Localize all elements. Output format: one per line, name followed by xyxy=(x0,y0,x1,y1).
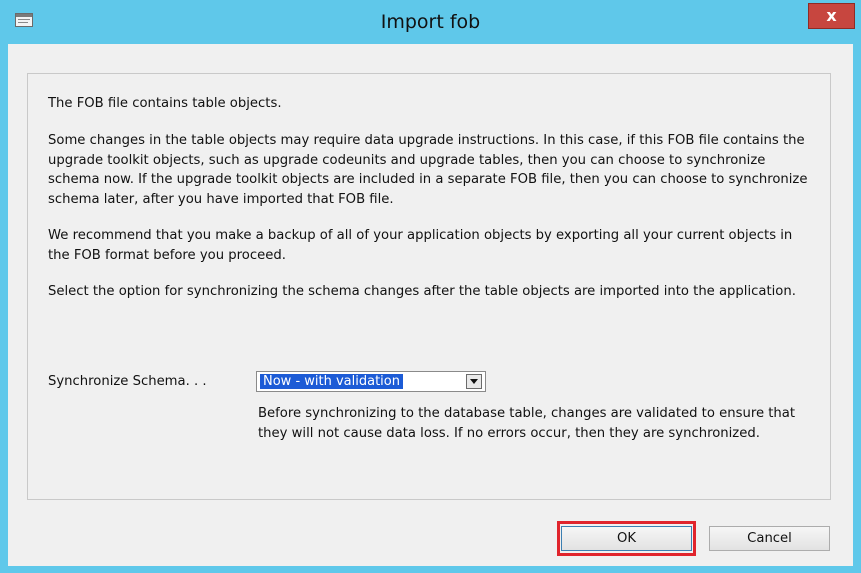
info-text-1: The FOB file contains table objects. xyxy=(48,96,282,111)
chevron-down-icon[interactable] xyxy=(466,374,482,389)
dropdown-selected-value[interactable]: Now - with validation xyxy=(259,373,404,390)
import-fob-dialog: Import fob x The FOB file contains table… xyxy=(0,0,861,573)
info-text-3: We recommend that you make a backup of a… xyxy=(48,228,793,263)
title-bar[interactable]: Import fob x xyxy=(0,0,861,44)
ok-highlight-box xyxy=(557,521,696,556)
close-button[interactable]: x xyxy=(808,3,855,29)
cancel-button[interactable]: Cancel xyxy=(709,526,830,551)
dialog-title: Import fob xyxy=(380,11,481,33)
synchronize-schema-dropdown[interactable]: Now - with validation xyxy=(256,371,486,392)
info-text-4: Select the option for synchronizing the … xyxy=(48,284,796,299)
synchronize-schema-label: Synchronize Schema. . . xyxy=(48,374,207,389)
synchronize-help-text: Before synchronizing to the database tab… xyxy=(258,406,796,441)
info-text-2: Some changes in the table objects may re… xyxy=(48,133,808,207)
